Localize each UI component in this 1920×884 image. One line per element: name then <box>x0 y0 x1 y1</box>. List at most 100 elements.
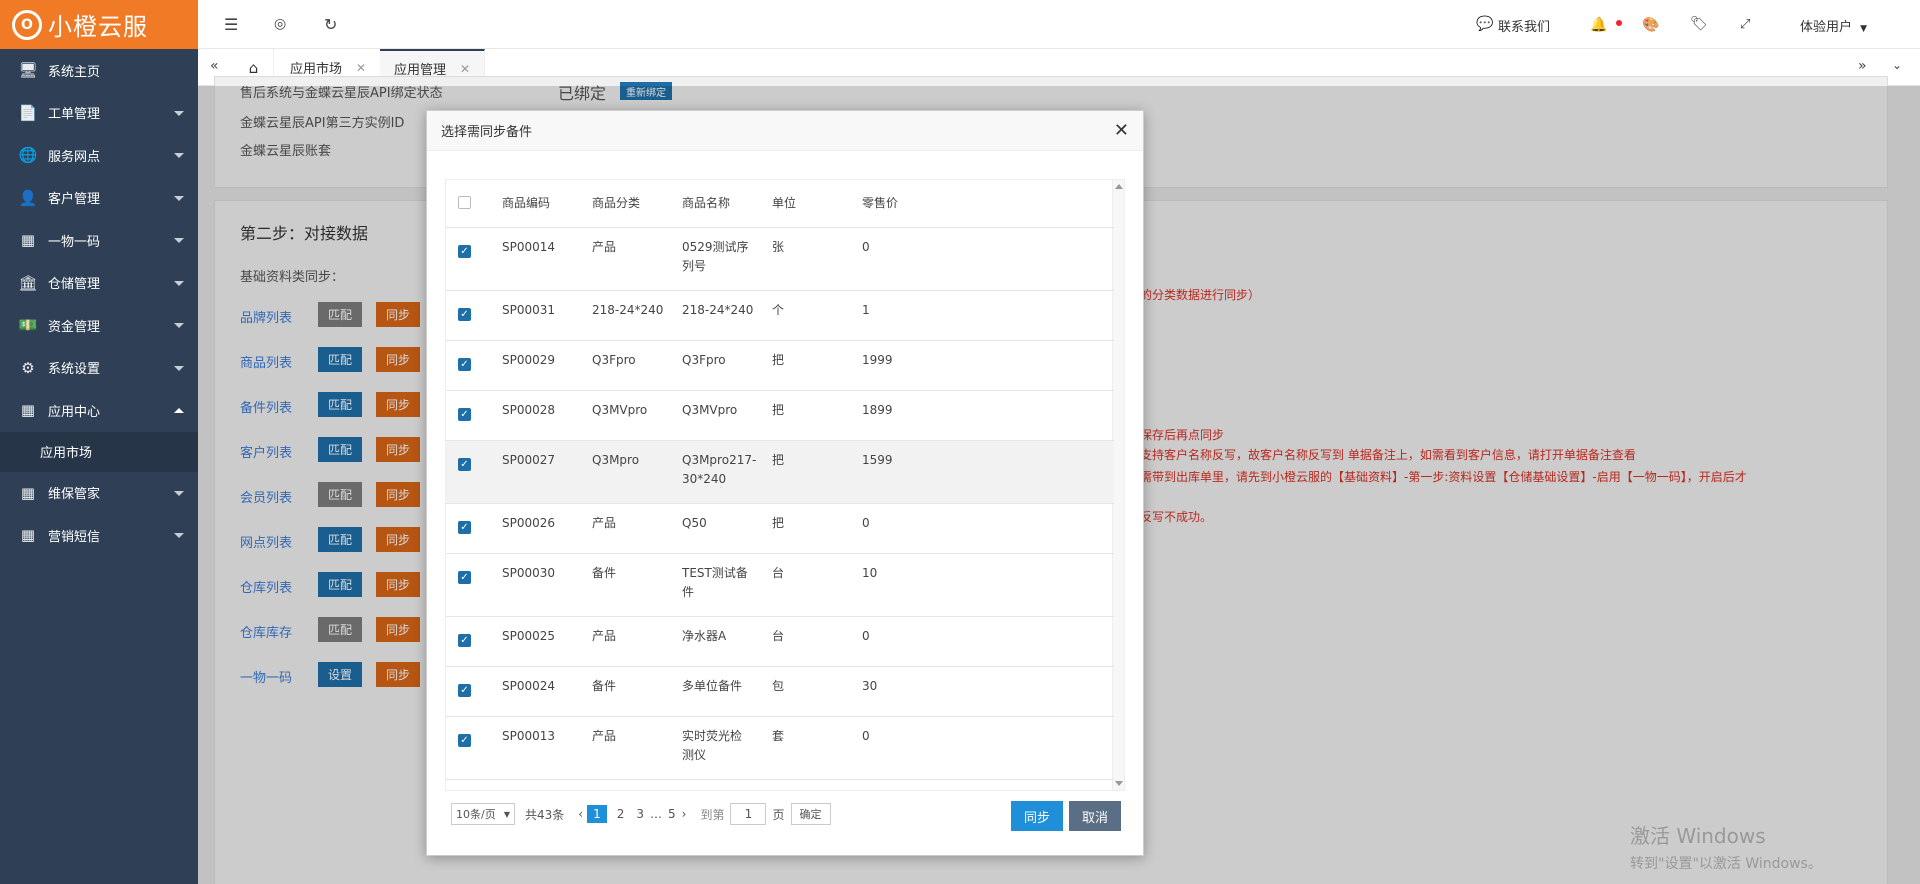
sidebar-item-label: 服务网点 <box>48 149 101 165</box>
chevron-down-icon <box>174 323 184 328</box>
cell-name: 0529测试序 <box>682 240 749 254</box>
home-icon: ⌂ <box>248 58 259 77</box>
bell-icon[interactable]: 🔔 <box>1590 17 1607 33</box>
table-row[interactable]: ✓ SP00028 Q3MVpro Q3MVpro 把 1899 <box>446 391 1114 441</box>
sidebar-item-label: 系统设置 <box>48 362 101 378</box>
row-checkbox[interactable]: ✓ <box>458 458 471 471</box>
goto-label: 到第 <box>700 807 725 822</box>
sidebar-item[interactable]: ▦ 应用中心 <box>0 389 198 432</box>
cell-unit: 张 <box>772 240 785 254</box>
sidebar-item-label: 工单管理 <box>48 107 101 123</box>
close-icon[interactable]: ✕ <box>460 62 470 76</box>
globe-icon[interactable]: ◎ <box>274 16 286 32</box>
chevron-up-icon <box>174 408 184 413</box>
sidebar-item[interactable]: 👤 客户管理 <box>0 177 198 220</box>
goto-confirm-button[interactable]: 确定 <box>790 803 831 825</box>
grid-icon: ▦ <box>20 526 36 545</box>
prev-page-icon[interactable]: ‹ <box>578 807 583 821</box>
row-checkbox[interactable]: ✓ <box>458 521 471 534</box>
cell-code: SP00029 <box>502 353 556 367</box>
select-all-checkbox[interactable] <box>458 196 471 209</box>
table-row[interactable]: ✓ SP00025 产品 净水器A 台 0 <box>446 617 1114 667</box>
column-header: 零售价 <box>862 196 899 210</box>
cell-code: SP00027 <box>502 453 556 467</box>
cell-category: 218-24*240 <box>592 303 664 317</box>
goto-page-input[interactable]: 1 <box>730 803 767 825</box>
sidebar-item[interactable]: ▦ 营销短信 <box>0 514 198 557</box>
parts-table: 商品编码 商品分类 商品名称 单位 零售价 ✓ SP00014 产品 0529测试序 列号 张 0 ✓ S… <box>445 179 1125 791</box>
fullscreen-icon[interactable]: ⤢ <box>1740 17 1750 32</box>
cell-code: SP00026 <box>502 516 556 530</box>
table-row[interactable]: ✓ SP00014 产品 0529测试序 列号 张 0 <box>446 228 1114 291</box>
sidebar-item-label: 维保管家 <box>48 487 101 503</box>
contact-us-link[interactable]: 联系我们 <box>1498 16 1550 35</box>
row-checkbox[interactable]: ✓ <box>458 734 471 747</box>
cell-name: 净水器A <box>682 629 727 643</box>
bank-icon: 🏛 <box>18 273 38 292</box>
sidebar-item[interactable]: 🌐 服务网点 <box>0 134 198 177</box>
table-row[interactable]: ✓ SP00030 备件 TEST测试备件 台 10 <box>446 554 1114 617</box>
table-row[interactable]: ✓ SP00013 产品 实时荧光检 测仪 套 0 <box>446 717 1114 780</box>
chevron-down-icon[interactable]: ⌄ <box>1892 58 1902 72</box>
pagination: 10条/页 ▼ 共43条 ‹ 1 2 3 … 5 › 到第 1 页 确定 <box>451 801 831 827</box>
cell-name: Q3MVpro <box>682 403 738 417</box>
sidebar-item[interactable]: 💵 资金管理 <box>0 304 198 347</box>
next-page-icon[interactable]: › <box>682 807 687 821</box>
select-parts-dialog: 选择需同步备件 ✕ 商品编码 商品分类 商品名称 单位 零售价 ✓ SP00014 产品 052… <box>426 110 1144 856</box>
table-row[interactable]: ✓ SP00029 Q3Fpro Q3Fpro 把 1999 <box>446 341 1114 391</box>
grid-icon: ▦ <box>20 401 36 420</box>
cell-name: 件 <box>682 585 695 599</box>
table-row[interactable]: ✓ SP00026 产品 Q50 把 0 <box>446 504 1114 554</box>
cell-code: SP00024 <box>502 679 556 693</box>
chat-icon[interactable]: 💬 <box>1476 16 1493 32</box>
total-count: 共43条 <box>525 807 565 822</box>
sidebar-item[interactable]: 📄 工单管理 <box>0 92 198 135</box>
row-checkbox[interactable]: ✓ <box>458 634 471 647</box>
page-5[interactable]: 5 <box>668 807 676 821</box>
page-3[interactable]: 3 <box>636 807 644 821</box>
row-checkbox[interactable]: ✓ <box>458 245 471 258</box>
close-icon[interactable]: ✕ <box>356 61 366 75</box>
row-checkbox[interactable]: ✓ <box>458 408 471 421</box>
column-header: 单位 <box>772 196 797 210</box>
cell-price: 10 <box>862 566 878 580</box>
refresh-icon[interactable]: ↻ <box>324 15 337 34</box>
sidebar-item[interactable]: ⚙ 系统设置 <box>0 347 198 390</box>
watermark-line1: 激活 Windows <box>1630 824 1766 848</box>
row-checkbox[interactable]: ✓ <box>458 684 471 697</box>
table-row[interactable]: ✓ SP00031 218-24*240 218-24*240 个 1 <box>446 291 1114 341</box>
chevron-down-icon: ▼ <box>503 809 510 819</box>
cell-price: 1899 <box>862 403 893 417</box>
sidebar-item[interactable]: 🖥 系统主页 <box>0 49 198 92</box>
tag-icon[interactable]: 🏷 <box>1690 16 1708 32</box>
page-size-select[interactable]: 10条/页 ▼ <box>451 803 515 825</box>
table-row[interactable]: ✓ SP00027 Q3Mpro Q3Mpro217- 30*240 把 1599 <box>446 441 1114 504</box>
row-checkbox[interactable]: ✓ <box>458 358 471 371</box>
logo[interactable]: O 小橙云服 <box>0 0 198 49</box>
cell-unit: 套 <box>772 729 785 743</box>
sidebar: 🖥 系统主页 📄 工单管理 🌐 服务网点 👤 客户管理 ▦ 一物一码 🏛 仓储管理 💵 资金管理 ⚙ 系统设置… <box>0 49 198 884</box>
close-icon[interactable]: ✕ <box>1114 120 1129 141</box>
menu-toggle-icon[interactable]: ☰ <box>224 15 238 34</box>
grid-icon: ▦ <box>20 483 36 502</box>
document-icon: 📄 <box>18 103 38 122</box>
tabs-next-icon[interactable]: » <box>1858 58 1867 74</box>
row-checkbox[interactable]: ✓ <box>458 571 471 584</box>
user-menu[interactable]: 体验用户 ▼ <box>1800 16 1867 35</box>
tabs-prev-icon[interactable]: « <box>210 58 219 74</box>
table-row[interactable]: ✓ SP00024 备件 多单位备件 包 30 <box>446 667 1114 717</box>
row-checkbox[interactable]: ✓ <box>458 308 471 321</box>
palette-icon[interactable]: 🎨 <box>1642 17 1659 33</box>
grid-icon: ▦ <box>20 231 36 250</box>
sidebar-item[interactable]: ▦ 维保管家 <box>0 472 198 515</box>
tab-label: 应用市场 <box>290 62 343 77</box>
sync-button[interactable]: 同步 <box>1011 801 1063 831</box>
cell-category: 产品 <box>592 729 617 743</box>
cancel-button[interactable]: 取消 <box>1069 801 1121 831</box>
sidebar-item[interactable]: 🏛 仓储管理 <box>0 262 198 305</box>
page-2[interactable]: 2 <box>617 807 625 821</box>
sidebar-subitem-app-market[interactable]: 应用市场 <box>0 431 198 472</box>
dialog-title: 选择需同步备件 <box>427 111 1143 151</box>
sidebar-item[interactable]: ▦ 一物一码 <box>0 219 198 262</box>
page-1[interactable]: 1 <box>587 805 607 823</box>
